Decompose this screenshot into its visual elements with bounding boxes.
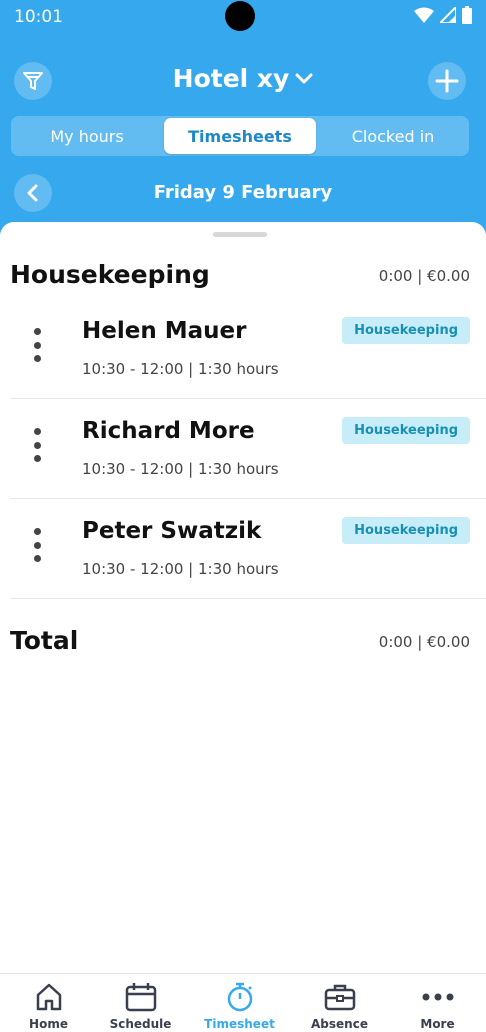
employee-name: Peter Swatzik (82, 518, 262, 544)
total-value: 0:00 | €0.00 (378, 633, 470, 651)
page-title: Hotel xy (172, 64, 290, 93)
nav-label: Timesheet (204, 1017, 275, 1031)
department-badge: Housekeeping (342, 517, 470, 544)
status-icons (414, 6, 472, 24)
chevron-down-icon (295, 73, 313, 83)
plus-icon (435, 69, 459, 93)
tab-clocked-in[interactable]: Clocked in (317, 116, 469, 156)
status-bar: 10:01 (0, 0, 486, 34)
divider (10, 498, 486, 499)
timesheet-entry[interactable]: Richard More 10:30 - 12:00 | 1:30 hours … (10, 400, 486, 500)
nav-label: Home (29, 1017, 68, 1031)
bottom-navigation: Home Schedule Timesheet Absence More (0, 973, 486, 1032)
view-tabs: My hours Timesheets Clocked in (11, 116, 469, 156)
tab-my-hours[interactable]: My hours (11, 116, 163, 156)
stopwatch-icon (227, 982, 252, 1012)
signal-icon (440, 7, 456, 23)
status-time: 10:01 (14, 7, 63, 27)
shift-time: 10:30 - 12:00 | 1:30 hours (82, 360, 279, 378)
nav-timesheet[interactable]: Timesheet (191, 974, 288, 1032)
section-title: Housekeeping (10, 260, 210, 289)
department-badge: Housekeeping (342, 417, 470, 444)
add-button[interactable] (428, 62, 466, 100)
nav-label: More (420, 1017, 455, 1031)
briefcase-icon (324, 984, 355, 1011)
timesheet-entry[interactable]: Helen Mauer 10:30 - 12:00 | 1:30 hours H… (10, 300, 486, 400)
shift-time: 10:30 - 12:00 | 1:30 hours (82, 460, 279, 478)
nav-label: Schedule (109, 1017, 172, 1031)
employee-name: Helen Mauer (82, 318, 247, 344)
more-vertical-icon[interactable] (28, 428, 46, 462)
more-vertical-icon[interactable] (28, 528, 46, 562)
home-icon (36, 983, 61, 1011)
divider (10, 398, 486, 399)
calendar-icon (125, 983, 156, 1012)
app-header: 10:01 Hotel xy My hours Timesheets Clock… (0, 0, 486, 240)
nav-home[interactable]: Home (0, 974, 97, 1032)
camera-cutout (225, 1, 255, 31)
total-label: Total (10, 626, 79, 655)
drag-handle[interactable] (213, 232, 267, 237)
shift-time: 10:30 - 12:00 | 1:30 hours (82, 560, 279, 578)
timesheet-entry[interactable]: Peter Swatzik 10:30 - 12:00 | 1:30 hours… (10, 500, 486, 600)
nav-label: Absence (311, 1017, 368, 1031)
more-icon (422, 993, 453, 1001)
nav-absence[interactable]: Absence (291, 974, 388, 1032)
department-badge: Housekeeping (342, 317, 470, 344)
timesheet-panel: Housekeeping 0:00 | €0.00 Helen Mauer 10… (0, 222, 486, 974)
employee-name: Richard More (82, 418, 255, 444)
tab-timesheets[interactable]: Timesheets (164, 118, 316, 154)
wifi-icon (414, 7, 434, 23)
battery-icon (462, 6, 472, 24)
nav-schedule[interactable]: Schedule (92, 974, 189, 1032)
divider (10, 598, 486, 599)
section-summary: 0:00 | €0.00 (378, 267, 470, 285)
current-date: Friday 9 February (153, 182, 333, 203)
more-vertical-icon[interactable] (28, 328, 46, 362)
location-selector[interactable]: Hotel xy (0, 64, 486, 93)
nav-more[interactable]: More (389, 974, 486, 1032)
